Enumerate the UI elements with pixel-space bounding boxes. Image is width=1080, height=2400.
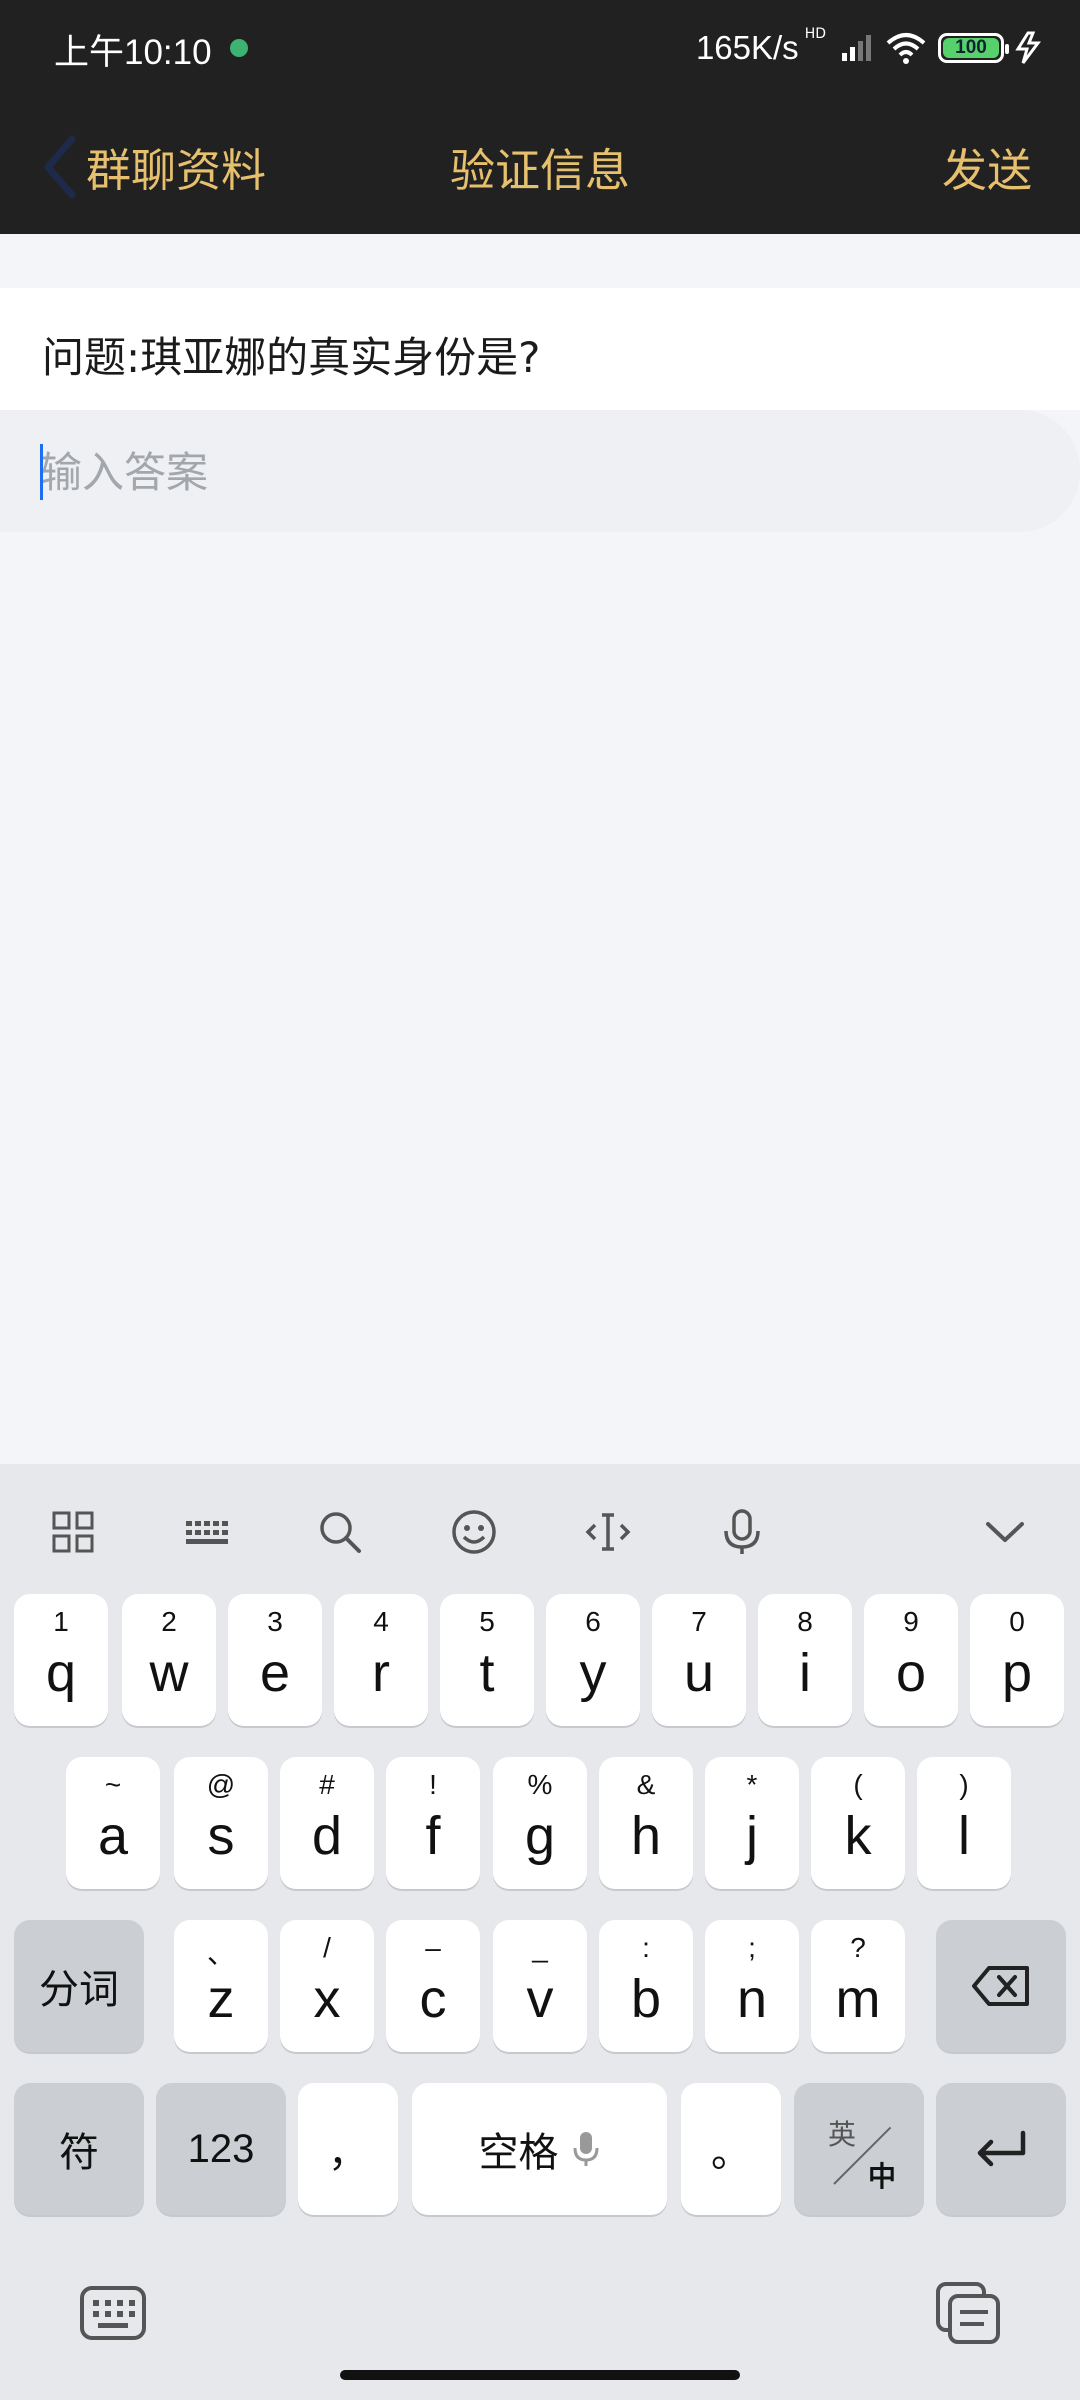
- switch-zh-label: 中: [868, 2160, 897, 2193]
- search-icon[interactable]: [305, 1497, 375, 1567]
- keyboard-toolbar: [0, 1464, 1080, 1594]
- space-label: 空格: [478, 2130, 559, 2176]
- key-i[interactable]: 8i: [758, 1594, 852, 1726]
- nav-bar: 群聊资料 验证信息 发送: [0, 120, 1080, 210]
- emoji-icon[interactable]: [439, 1497, 509, 1567]
- key-b[interactable]: :b: [599, 1920, 693, 2052]
- space-key[interactable]: 空格: [412, 2083, 667, 2215]
- key-h[interactable]: & h: [599, 1757, 693, 1889]
- notification-dot-icon: [230, 39, 248, 57]
- soft-keyboard: 1q 2w 3e 4r 5t 6y 7u 8i 9o 0p ~ a @ s # d !…: [0, 1464, 1080, 2400]
- text-caret: [40, 444, 43, 500]
- key-z[interactable]: 、 z: [174, 1920, 268, 2052]
- backspace-key[interactable]: [936, 1920, 1066, 2052]
- symbols-key[interactable]: 符: [14, 2083, 144, 2215]
- key-o[interactable]: 9o: [864, 1594, 958, 1726]
- hd-badge: HD: [804, 26, 826, 42]
- collapse-chevron-icon[interactable]: [970, 1497, 1040, 1567]
- numbers-key[interactable]: 123: [156, 2083, 286, 2215]
- language-switch-key[interactable]: 英 中: [794, 2083, 924, 2215]
- key-d[interactable]: # d: [280, 1757, 374, 1889]
- switch-en-label: 英: [828, 2118, 857, 2151]
- key-m[interactable]: ? m: [811, 1920, 905, 2052]
- key-a[interactable]: ~ a: [66, 1757, 160, 1889]
- key-u[interactable]: 7u: [652, 1594, 746, 1726]
- comma-key[interactable]: ，: [298, 2083, 398, 2215]
- key-n[interactable]: ; n: [705, 1920, 799, 2052]
- send-button[interactable]: 发送: [942, 134, 1032, 199]
- status-time: 上午10:10: [54, 33, 212, 72]
- key-r[interactable]: 4r: [334, 1594, 428, 1726]
- enter-icon: [977, 2130, 1026, 2167]
- status-bar: 上午10:10 165K/s HD 100: [0, 0, 1080, 96]
- key-s[interactable]: @ s: [174, 1757, 268, 1889]
- charging-icon: [1015, 31, 1041, 64]
- key-l[interactable]: ) l: [917, 1757, 1011, 1889]
- key-q[interactable]: 1q: [14, 1594, 108, 1726]
- keyboard-layout-icon[interactable]: [172, 1497, 242, 1567]
- page-title: 验证信息: [449, 144, 630, 197]
- grid-icon[interactable]: [38, 1497, 108, 1567]
- wifi-icon: [886, 33, 926, 64]
- period-key[interactable]: 。: [681, 2083, 781, 2215]
- key-c[interactable]: – c: [386, 1920, 480, 2052]
- keyboard-switch-icon[interactable]: [78, 2282, 148, 2344]
- key-f[interactable]: ! f: [386, 1757, 480, 1889]
- cursor-icon[interactable]: [573, 1497, 643, 1567]
- question-row: 问题:琪亚娜的真实身份是?: [0, 288, 1080, 410]
- battery-icon: 100: [938, 33, 1009, 63]
- key-g[interactable]: % g: [493, 1757, 587, 1889]
- space-microphone-icon: [573, 2132, 598, 2166]
- key-w[interactable]: 2w: [122, 1594, 216, 1726]
- network-speed: 165K/s: [695, 29, 799, 66]
- status-right: 165K/s HD 100: [696, 22, 1044, 74]
- clipboard-icon[interactable]: [934, 2280, 1004, 2346]
- key-e[interactable]: 3e: [228, 1594, 322, 1726]
- key-p[interactable]: 0p: [970, 1594, 1064, 1726]
- backspace-icon: [972, 1966, 1029, 2006]
- key-j[interactable]: * j: [705, 1757, 799, 1889]
- key-k[interactable]: (k: [811, 1757, 905, 1889]
- keyboard-bottom-bar: [0, 2264, 1080, 2364]
- signal-icon: [842, 35, 871, 61]
- battery-level: 100: [955, 37, 987, 58]
- key-x[interactable]: / x: [280, 1920, 374, 2052]
- enter-key[interactable]: [936, 2083, 1066, 2215]
- segment-key[interactable]: 分词: [14, 1920, 144, 2052]
- key-t[interactable]: 5t: [440, 1594, 534, 1726]
- key-v[interactable]: _ v: [493, 1920, 587, 2052]
- home-indicator[interactable]: [340, 2370, 740, 2380]
- question-text: 问题:琪亚娜的真实身份是?: [42, 333, 541, 382]
- answer-field[interactable]: [0, 410, 1080, 532]
- microphone-icon[interactable]: [707, 1497, 777, 1567]
- key-y[interactable]: 6y: [546, 1594, 640, 1726]
- answer-input[interactable]: [40, 444, 940, 500]
- app-header: 上午10:10 165K/s HD 100 群聊资料 验证信息 发送: [0, 0, 1080, 234]
